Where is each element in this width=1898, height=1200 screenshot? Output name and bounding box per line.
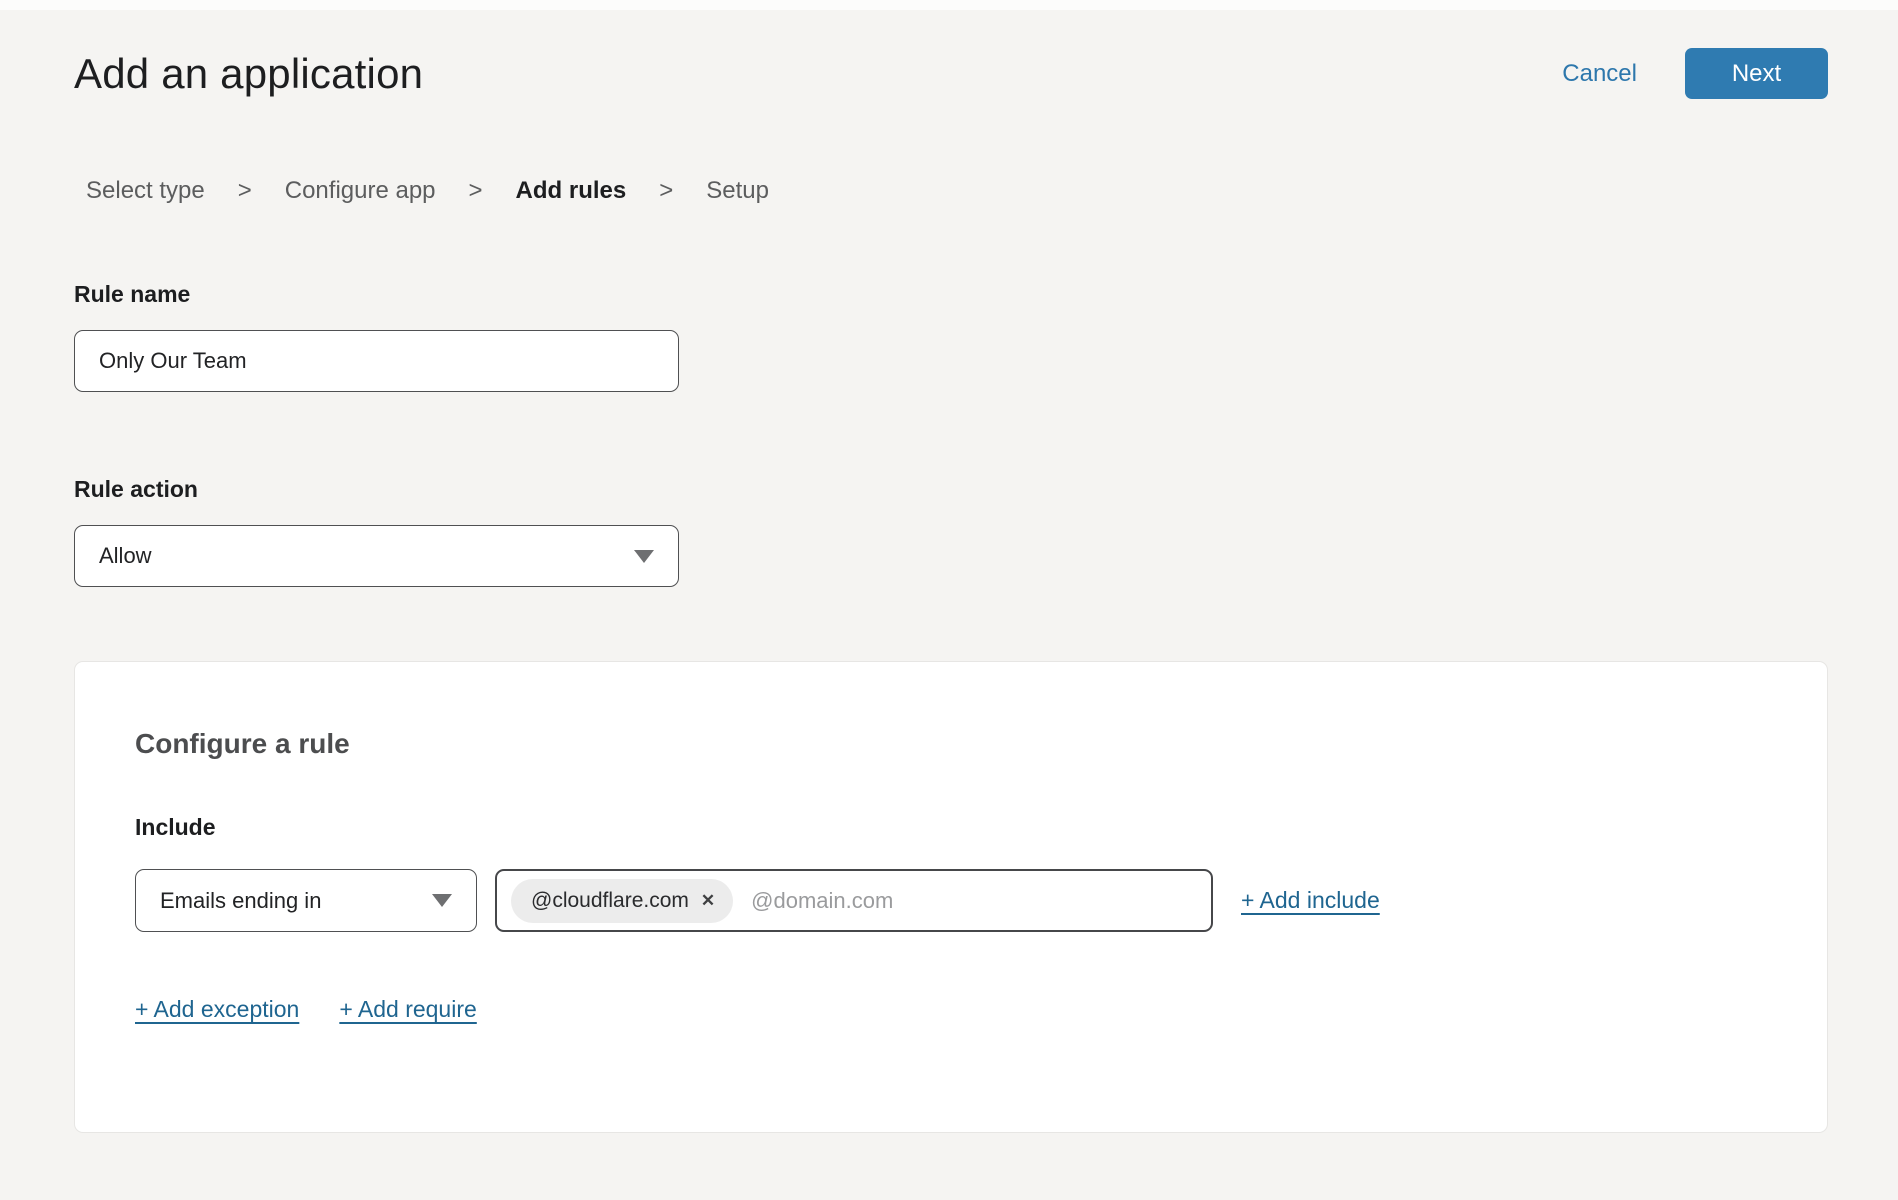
rule-action-field: Rule action Allow xyxy=(74,476,1828,587)
add-application-page: Add an application Cancel Next Select ty… xyxy=(0,10,1898,1133)
rule-action-label: Rule action xyxy=(74,476,1828,503)
include-label: Include xyxy=(135,814,1767,841)
rule-name-input[interactable] xyxy=(74,330,679,392)
breadcrumb-separator: > xyxy=(469,177,483,205)
page-title: Add an application xyxy=(74,50,423,98)
rule-name-label: Rule name xyxy=(74,281,1828,308)
add-require-link[interactable]: + Add require xyxy=(339,996,476,1023)
configure-rule-card: Configure a rule Include Emails ending i… xyxy=(74,661,1828,1133)
breadcrumb-step-select-type[interactable]: Select type xyxy=(86,177,205,205)
email-domain-chip: @cloudflare.com ✕ xyxy=(511,879,733,923)
rule-action-select[interactable]: Allow xyxy=(74,525,679,587)
breadcrumb-step-configure-app[interactable]: Configure app xyxy=(285,177,436,205)
include-rule-row: Emails ending in @cloudflare.com ✕ + Add… xyxy=(135,869,1767,932)
email-domain-chip-label: @cloudflare.com xyxy=(531,889,689,913)
rule-links-row: + Add exception + Add require xyxy=(135,996,1767,1023)
email-domains-input[interactable]: @cloudflare.com ✕ xyxy=(495,869,1213,932)
rule-name-field: Rule name xyxy=(74,281,1828,392)
include-criteria-select[interactable]: Emails ending in xyxy=(135,869,477,932)
breadcrumb-step-add-rules[interactable]: Add rules xyxy=(516,177,627,205)
next-button[interactable]: Next xyxy=(1685,48,1828,99)
cancel-button[interactable]: Cancel xyxy=(1562,60,1637,88)
rule-action-selected-value: Allow xyxy=(99,543,152,569)
add-exception-link[interactable]: + Add exception xyxy=(135,996,299,1023)
remove-chip-icon[interactable]: ✕ xyxy=(701,892,715,909)
add-include-link[interactable]: + Add include xyxy=(1241,887,1380,914)
email-domain-text-input[interactable] xyxy=(751,888,1197,914)
breadcrumb: Select type > Configure app > Add rules … xyxy=(86,177,1828,205)
breadcrumb-separator: > xyxy=(238,177,252,205)
include-criteria-selected-value: Emails ending in xyxy=(160,888,321,914)
breadcrumb-separator: > xyxy=(659,177,673,205)
chevron-down-icon xyxy=(432,894,452,907)
chevron-down-icon xyxy=(634,550,654,563)
breadcrumb-step-setup[interactable]: Setup xyxy=(706,177,769,205)
configure-rule-title: Configure a rule xyxy=(135,728,1767,760)
topbar: Add an application Cancel Next xyxy=(74,48,1828,99)
top-strip xyxy=(0,0,1898,10)
topbar-actions: Cancel Next xyxy=(1562,48,1828,99)
